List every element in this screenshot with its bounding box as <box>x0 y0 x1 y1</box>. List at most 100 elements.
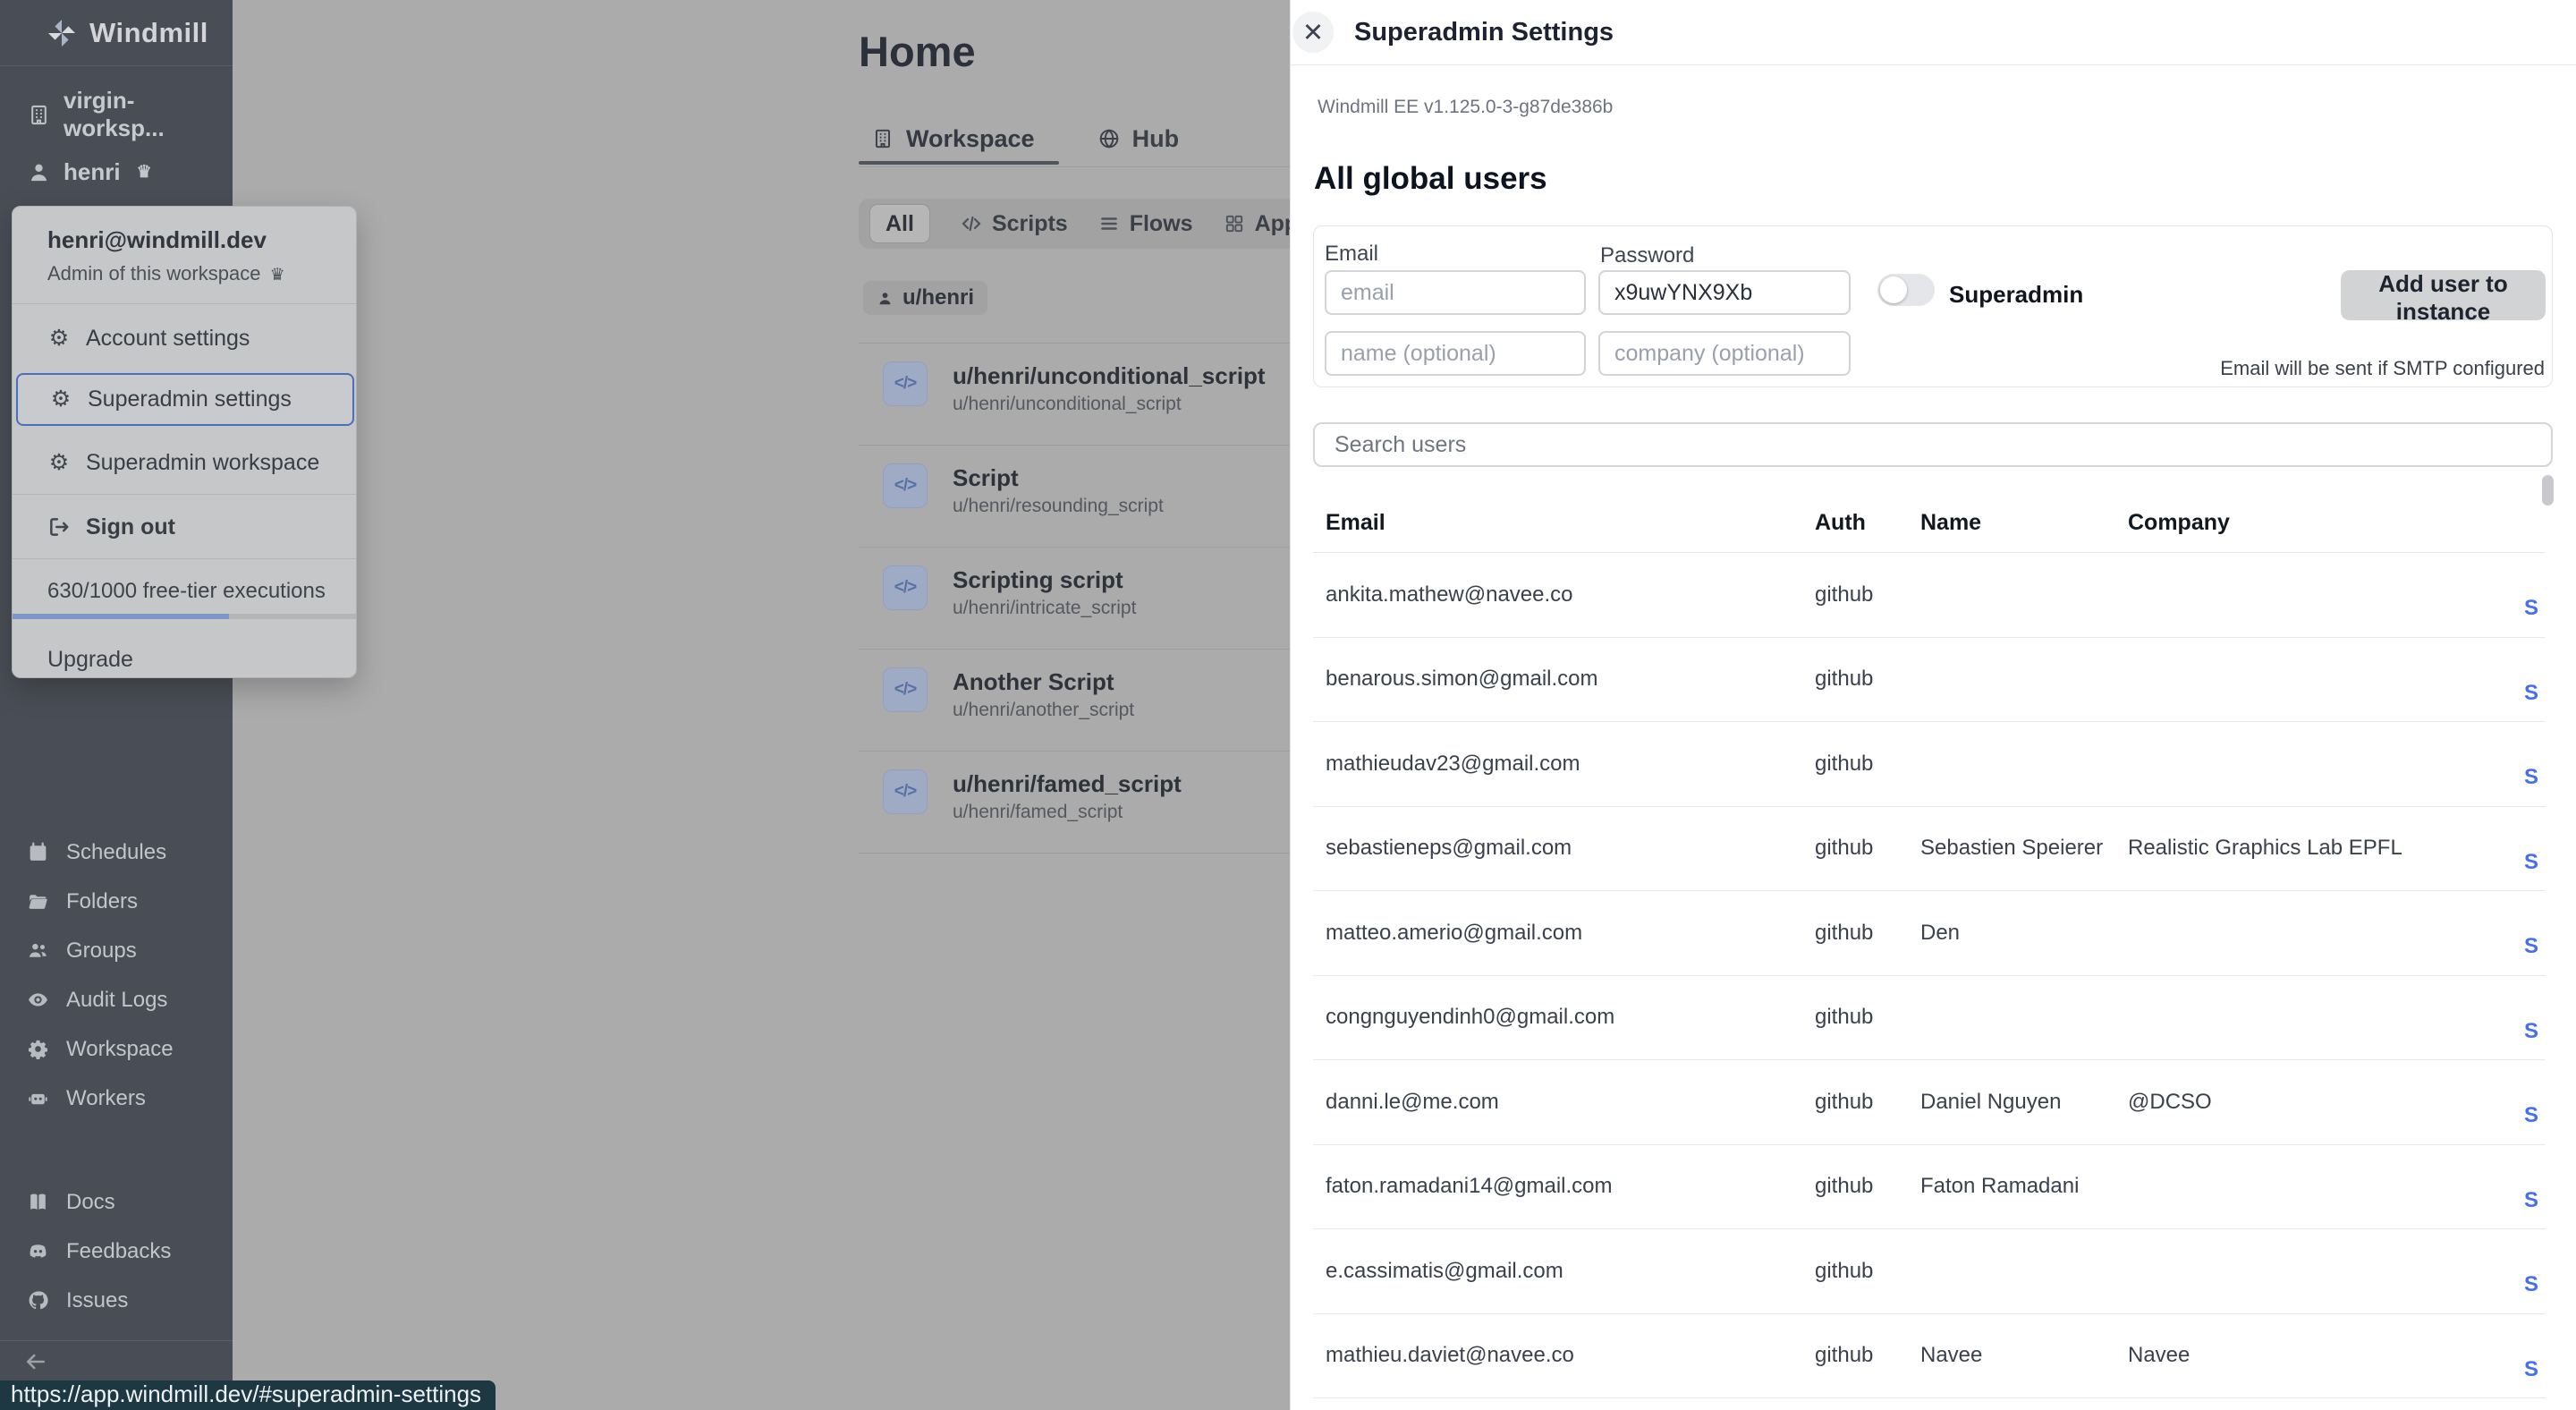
filter-all[interactable]: All <box>869 204 930 243</box>
cell-name: Navee <box>1920 1343 1982 1368</box>
user-action-link[interactable]: S <box>2524 850 2538 875</box>
user-action-link[interactable]: S <box>2524 934 2538 959</box>
email-field[interactable] <box>1325 270 1586 315</box>
cell-email: e.cassimatis@gmail.com <box>1326 1259 1563 1284</box>
tab-workspace[interactable]: Workspace <box>859 125 1047 153</box>
filter-icon <box>1224 213 1245 234</box>
user-action-link[interactable]: S <box>2524 765 2538 790</box>
sidebar-nav-item[interactable]: Folders <box>0 879 233 923</box>
user-role: Admin of this workspace ♛ <box>47 262 285 285</box>
cell-auth: github <box>1815 1343 1873 1368</box>
menu-item-upgrade[interactable]: Upgrade <box>47 640 133 679</box>
logout-icon <box>47 515 71 539</box>
nav-item-icon <box>27 939 49 962</box>
sidebar-nav-item[interactable]: Audit Logs <box>0 978 233 1022</box>
home-tabs: Workspace Hub <box>859 119 1191 158</box>
sidebar-nav-item[interactable]: Groups <box>0 929 233 973</box>
user-action-link[interactable]: S <box>2524 1272 2538 1297</box>
table-row: mathieu.daviet@navee.co github Navee Nav… <box>1313 1314 2546 1399</box>
password-field[interactable] <box>1598 270 1851 315</box>
user-email: henri@windmill.dev <box>47 226 267 254</box>
drawer-title: Superadmin Settings <box>1354 18 1614 47</box>
workspace-selector[interactable]: virgin-worksp... <box>0 93 233 136</box>
cell-auth: github <box>1815 582 1873 607</box>
cell-auth: github <box>1815 1005 1873 1030</box>
cell-email: danni.le@me.com <box>1326 1090 1499 1115</box>
script-path: u/henri/another_script <box>953 700 1134 721</box>
active-tab-underline <box>859 161 1059 165</box>
code-icon: </> <box>883 667 928 712</box>
sidebar-nav-item[interactable]: Docs <box>0 1180 233 1224</box>
menu-item-superadmin-workspace[interactable]: ⚙ Superadmin workspace <box>13 436 356 489</box>
script-title: Scripting script <box>953 566 1123 594</box>
kind-filter-group: All Scripts Flows Apps <box>859 199 1340 249</box>
sidebar-nav-item[interactable]: Workers <box>0 1076 233 1120</box>
sidebar-nav-item[interactable]: Schedules <box>0 830 233 874</box>
menu-item-sign-out[interactable]: Sign out <box>13 500 356 554</box>
menu-item-label: Superadmin workspace <box>86 450 319 476</box>
user-action-link[interactable]: S <box>2524 1357 2538 1382</box>
nav-item-icon <box>27 1240 49 1262</box>
app-logo[interactable]: Windmill <box>0 0 233 66</box>
cell-email: mathieu.daviet@navee.co <box>1326 1343 1574 1368</box>
crown-icon: ♛ <box>270 266 285 285</box>
cell-email: benarous.simon@gmail.com <box>1326 667 1598 692</box>
user-action-link[interactable]: S <box>2524 1103 2538 1128</box>
user-action-link[interactable]: S <box>2524 596 2538 621</box>
code-icon: </> <box>883 463 928 508</box>
cell-auth: github <box>1815 1259 1873 1284</box>
filter-icon <box>1098 213 1120 234</box>
cell-name: Faton Ramadani <box>1920 1174 2079 1199</box>
globe-icon <box>1097 127 1121 150</box>
email-label: Email <box>1325 242 1378 267</box>
menu-item-label: Sign out <box>86 514 175 540</box>
user-action-link[interactable]: S <box>2524 1019 2538 1044</box>
toggle-knob <box>1880 276 1907 303</box>
add-user-button[interactable]: Add user to instance <box>2341 270 2546 320</box>
user-action-link[interactable]: S <box>2524 681 2538 706</box>
menu-divider <box>13 558 356 559</box>
nav-item-icon <box>27 1191 49 1213</box>
menu-item-superadmin-settings[interactable]: ⚙ Superadmin settings <box>16 373 354 426</box>
quota-progress-fill <box>13 614 229 619</box>
script-path: u/henri/resounding_script <box>953 496 1164 517</box>
sidebar-nav-item[interactable]: Workspace <box>0 1027 233 1071</box>
username: henri <box>64 158 121 186</box>
name-field[interactable] <box>1325 331 1586 376</box>
table-row: sebastieneps@gmail.com github Sebastien … <box>1313 807 2546 892</box>
filter-chip[interactable]: Scripts <box>961 211 1068 237</box>
column-header-company: Company <box>2128 510 2230 536</box>
tab-hub[interactable]: Hub <box>1085 125 1191 153</box>
search-users-input[interactable] <box>1313 422 2553 467</box>
script-path: u/henri/intricate_script <box>953 598 1136 619</box>
owner-filter-chip[interactable]: u/henri <box>863 281 987 315</box>
cell-name: Sebastien Speierer <box>1920 836 2103 861</box>
column-header-auth: Auth <box>1815 510 1866 536</box>
collapse-sidebar-button[interactable] <box>23 1349 48 1374</box>
user-action-link[interactable]: S <box>2524 1188 2538 1213</box>
menu-item-account-settings[interactable]: ⚙ Account settings <box>13 311 356 365</box>
code-icon: </> <box>883 361 928 406</box>
company-field[interactable] <box>1598 331 1851 376</box>
filter-chip[interactable]: Flows <box>1098 211 1193 237</box>
table-row: danni.le@me.com github Daniel Nguyen @DC… <box>1313 1060 2546 1145</box>
superadmin-toggle[interactable] <box>1877 274 1935 306</box>
superadmin-label: Superadmin <box>1949 281 2083 309</box>
cell-auth: github <box>1815 921 1873 946</box>
cell-company: Navee <box>2128 1343 2190 1368</box>
filter-icon <box>961 213 982 234</box>
sidebar-nav-item[interactable]: Issues <box>0 1278 233 1322</box>
nav-item-label: Workers <box>66 1086 146 1111</box>
nav-item-icon <box>27 1087 49 1109</box>
sidebar-divider <box>0 1340 233 1341</box>
owner-label: u/henri <box>902 285 974 310</box>
nav-item-icon <box>27 989 49 1011</box>
sidebar-nav-primary: Schedules Folders Groups Audit Logs Work… <box>0 830 233 1120</box>
table-row: faton.ramadani14@gmail.com github Faton … <box>1313 1145 2546 1230</box>
user-menu-trigger[interactable]: henri ♛ <box>0 150 233 193</box>
cell-email: congnguyendinh0@gmail.com <box>1326 1005 1614 1030</box>
scrollbar-thumb[interactable] <box>2542 475 2554 505</box>
sidebar-nav-item[interactable]: Feedbacks <box>0 1229 233 1273</box>
close-icon[interactable]: ✕ <box>1292 12 1334 53</box>
cell-name: Daniel Nguyen <box>1920 1090 2061 1115</box>
